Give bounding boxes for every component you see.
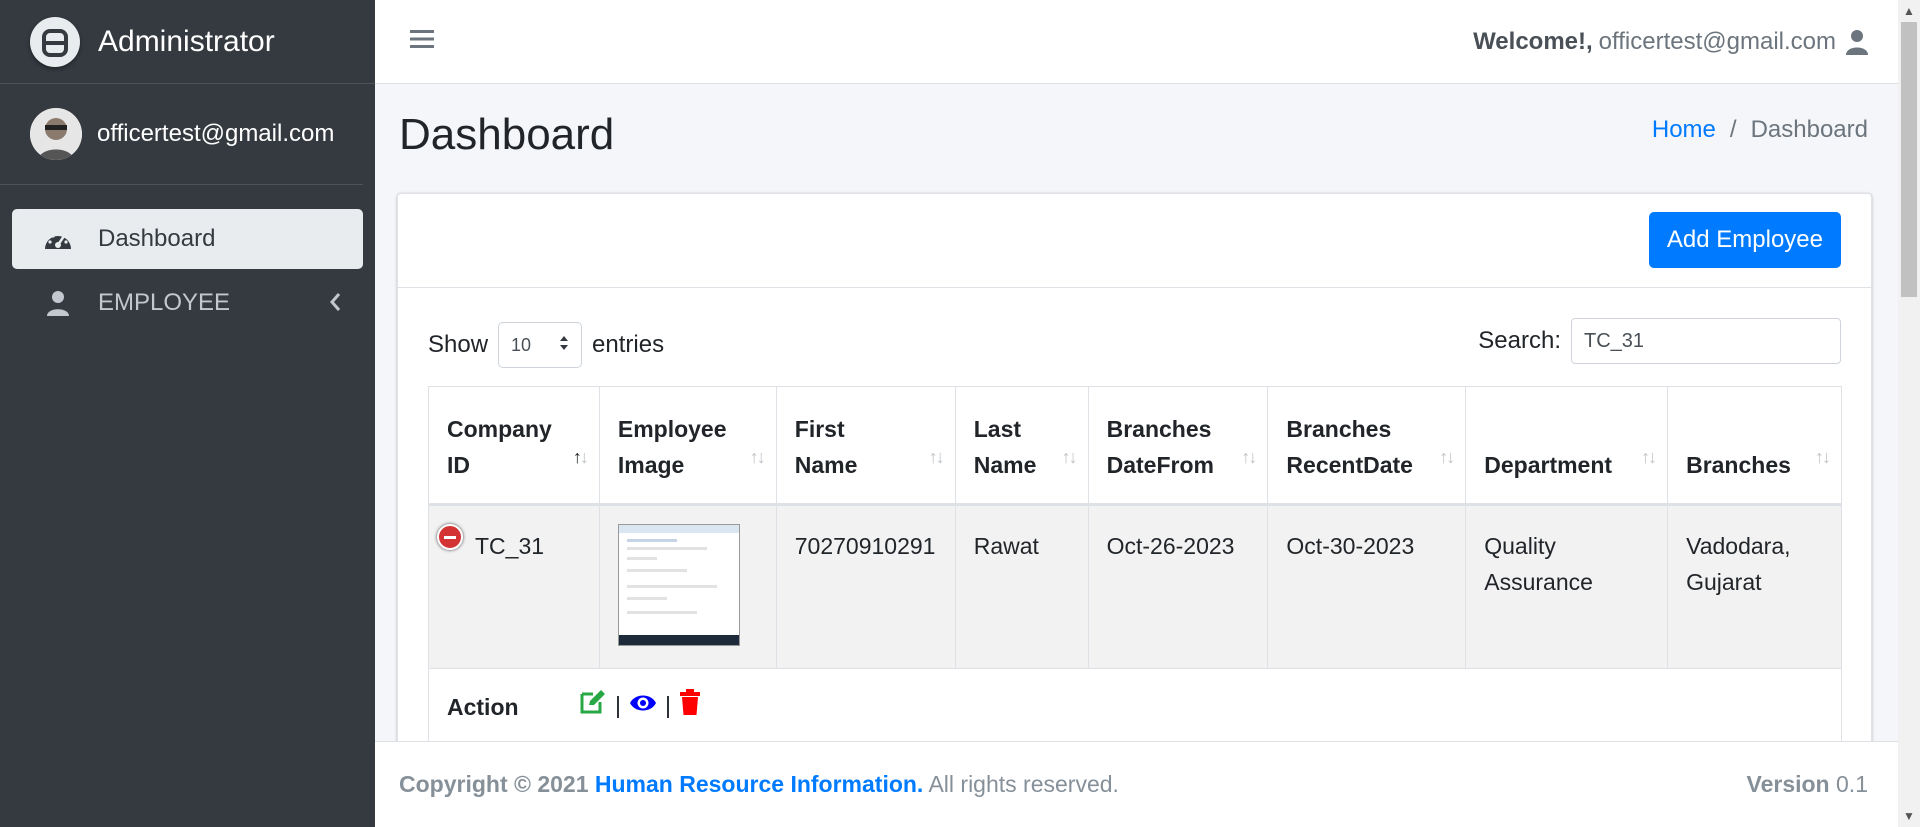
cell-department: Quality Assurance — [1465, 504, 1669, 669]
column-header-branches-recentdate[interactable]: Branches RecentDate ↑↓ — [1267, 386, 1467, 506]
column-header-department[interactable]: Department ↑↓ — [1465, 386, 1669, 506]
search-input[interactable] — [1571, 318, 1841, 364]
user-icon — [1846, 29, 1868, 55]
scroll-up-icon[interactable]: ▲ — [1903, 4, 1915, 18]
eye-icon[interactable] — [629, 692, 657, 719]
top-navbar: Welcome!, officertest@gmail.com — [375, 0, 1898, 84]
show-label: Show — [428, 331, 489, 358]
sidebar-item-employee[interactable]: EMPLOYEE — [12, 273, 363, 333]
welcome-user-menu[interactable]: Welcome!, officertest@gmail.com — [1473, 28, 1868, 56]
search-label: Search: — [1478, 327, 1561, 354]
row-details: Action | | — [428, 668, 1842, 742]
column-header-first-name[interactable]: First Name ↑↓ — [775, 386, 956, 506]
scroll-down-icon[interactable]: ▼ — [1903, 809, 1915, 823]
add-employee-button[interactable]: Add Employee — [1648, 212, 1841, 268]
action-separator: | — [614, 691, 621, 718]
cell-employee-image — [598, 504, 777, 669]
entries-select-value: 10 — [511, 334, 532, 355]
page-scrollbar[interactable]: ▲ ▼ — [1898, 0, 1920, 827]
welcome-label: Welcome!, — [1473, 27, 1593, 55]
footer-copyright: Copyright © 2021 Human Resource Informat… — [399, 771, 1119, 797]
entries-length-control: Show 10 entries — [428, 322, 664, 368]
column-header-company-id[interactable]: Company ID ↑↓ — [428, 386, 600, 506]
sort-icon: ↑↓ — [749, 447, 766, 467]
user-email: officertest@gmail.com — [97, 120, 335, 147]
sidebar-nav: Dashboard EMPLOYEE — [0, 185, 375, 333]
sidebar-item-label: Dashboard — [98, 225, 216, 252]
brand-logo-icon — [30, 16, 80, 67]
sort-icon: ↑↓ — [1241, 447, 1257, 467]
action-separator: | — [664, 691, 671, 718]
footer: Copyright © 2021 Human Resource Informat… — [375, 741, 1898, 827]
footer-org-link[interactable]: Human Resource Information. — [595, 771, 923, 797]
column-header-last-name[interactable]: Last Name ↑↓ — [954, 386, 1089, 506]
employee-table: Company ID ↑↓ Employee Image ↑↓ First Name ↑↓ … — [428, 386, 1842, 742]
cell-company-id: TC_31 — [428, 504, 600, 669]
sort-updown-icon — [559, 335, 569, 356]
column-header-branches[interactable]: Branches ↑↓ — [1667, 386, 1842, 506]
entries-label: entries — [592, 331, 665, 358]
cell-action: Action | | — [428, 668, 1842, 742]
table-row: TC_31 70270910291 Rawat Oct-26-2023 Oct-… — [428, 504, 1842, 669]
action-label: Action — [447, 694, 519, 720]
sort-icon: ↑↓ — [1061, 447, 1078, 467]
sidebar-item-label: EMPLOYEE — [98, 289, 231, 316]
sidebar-item-dashboard[interactable]: Dashboard — [12, 209, 363, 269]
content-header: Dashboard Home / Dashboard — [375, 84, 1898, 194]
action-buttons: | | — [579, 689, 701, 721]
brand-link[interactable]: Administrator — [0, 0, 375, 84]
column-header-branches-datefrom[interactable]: Branches DateFrom ↑↓ — [1087, 386, 1269, 506]
cell-branches-recentdate: Oct-30-2023 — [1267, 504, 1467, 669]
breadcrumb-separator: / — [1729, 116, 1737, 143]
cell-first-name: 70270910291 — [775, 504, 956, 669]
sort-asc-icon: ↑↓ — [572, 447, 589, 467]
cell-branches-datefrom: Oct-26-2023 — [1087, 504, 1269, 669]
breadcrumb-home-link[interactable]: Home — [1652, 116, 1716, 143]
card-header: Add Employee — [398, 194, 1871, 288]
sidebar: Administrator officertest@gmail.com Dash… — [0, 0, 375, 827]
trash-icon[interactable] — [679, 689, 701, 721]
menu-toggle-icon[interactable] — [410, 28, 434, 55]
cell-branches: Vadodara, Gujarat — [1667, 504, 1842, 669]
user-icon — [42, 290, 74, 316]
footer-version: Version 0.1 — [1746, 771, 1868, 797]
breadcrumb-current: Dashboard — [1750, 116, 1868, 143]
scrollbar-thumb[interactable] — [1901, 22, 1917, 297]
column-header-employee-image[interactable]: Employee Image ↑↓ — [598, 386, 777, 506]
table-header-row: Company ID ↑↓ Employee Image ↑↓ First Name ↑↓ … — [428, 386, 1842, 506]
sort-icon: ↑↓ — [1815, 447, 1831, 467]
welcome-email: officertest@gmail.com — [1598, 27, 1836, 55]
tachometer-icon — [42, 227, 74, 251]
employee-card: Add Employee Show 10 entries Search: Com… — [397, 193, 1872, 753]
page-title: Dashboard — [399, 110, 615, 159]
cell-last-name: Rawat — [954, 504, 1089, 669]
sort-icon: ↑↓ — [1641, 447, 1657, 467]
entries-select[interactable]: 10 — [498, 322, 583, 368]
collapse-row-icon[interactable] — [437, 524, 463, 550]
search-control: Search: — [1478, 318, 1841, 364]
sort-icon: ↑↓ — [928, 447, 945, 467]
sort-icon: ↑↓ — [1439, 447, 1455, 467]
chevron-left-icon — [329, 291, 341, 319]
table-controls: Show 10 entries Search: — [398, 288, 1871, 388]
edit-icon[interactable] — [579, 689, 607, 721]
breadcrumb: Home / Dashboard — [1652, 116, 1868, 144]
employee-thumbnail[interactable] — [617, 524, 740, 646]
avatar — [30, 108, 82, 160]
user-panel[interactable]: officertest@gmail.com — [0, 84, 363, 185]
brand-title: Administrator — [98, 24, 275, 58]
